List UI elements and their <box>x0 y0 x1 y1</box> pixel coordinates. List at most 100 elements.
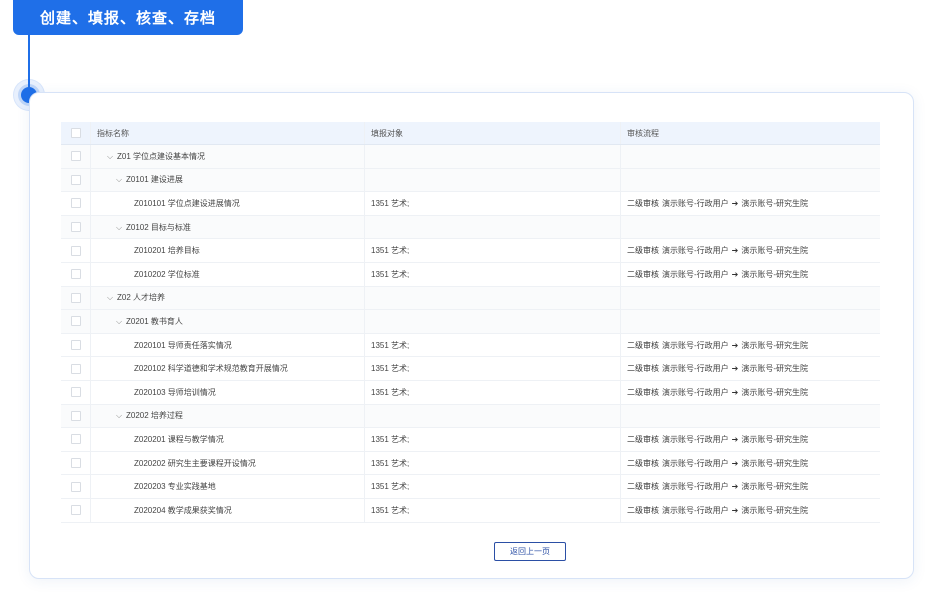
select-all-checkbox[interactable] <box>70 128 81 138</box>
review-flow-cell <box>621 310 880 333</box>
row-checkbox-cell[interactable] <box>61 333 91 357</box>
row-checkbox[interactable] <box>70 387 81 398</box>
review-flow-cell: 二级审核 演示账号-行政用户 ➔ 演示账号-研究生院 <box>621 334 880 357</box>
indicator-name-cell: Z020203 专业实践基地 <box>91 475 365 498</box>
arrow-right-icon: ➔ <box>731 340 739 350</box>
review-flow-cell: 二级审核 演示账号-行政用户 ➔ 演示账号-研究生院 <box>621 475 880 498</box>
row-checkbox[interactable] <box>70 222 81 233</box>
indicator-name-wrap: Z010101 学位点建设进展情况 <box>97 198 240 209</box>
table-row[interactable]: Z020202 研究生主要课程开设情况 1351 艺术; 二级审核 演示账号-行政用户… <box>61 451 880 476</box>
row-checkbox-cell[interactable] <box>61 168 91 192</box>
row-checkbox[interactable] <box>70 269 81 280</box>
row-checkbox-cell[interactable] <box>61 404 91 428</box>
row-checkbox-cell[interactable] <box>61 262 91 286</box>
chevron-down-icon[interactable]: ⌵ <box>107 152 116 162</box>
fill-object-cell <box>365 404 621 428</box>
review-level: 二级审核 <box>627 482 659 492</box>
indicator-name: Z020201 课程与教学情况 <box>134 434 224 444</box>
table-row[interactable]: Z020103 导师培训情况 1351 艺术; 二级审核 演示账号-行政用户 ➔ 演示账号… <box>61 380 880 405</box>
indicator-name-wrap: ⌵ Z0102 目标与标准 <box>97 222 191 233</box>
table-row[interactable]: Z010202 学位标准 1351 艺术; 二级审核 演示账号-行政用户 ➔ 演示账号-研… <box>61 262 880 287</box>
indicator-name-cell: ⌵ Z0101 建设进展 <box>91 168 365 192</box>
review-level: 二级审核 <box>627 387 659 397</box>
indicator-name: Z01 学位点建设基本情况 <box>117 151 206 161</box>
indicator-name-wrap: Z020204 教学成果获奖情况 <box>97 505 232 516</box>
review-from: 演示账号-行政用户 <box>662 198 729 208</box>
table-row[interactable]: Z020201 课程与教学情况 1351 艺术; 二级审核 演示账号-行政用户 ➔ 演示账… <box>61 428 880 452</box>
row-checkbox-cell[interactable] <box>61 428 91 451</box>
table-row[interactable]: Z010201 培养目标 1351 艺术; 二级审核 演示账号-行政用户 ➔ 演示账号-研… <box>61 239 880 263</box>
chevron-down-icon[interactable]: ⌵ <box>116 223 125 233</box>
row-checkbox-cell[interactable] <box>61 192 91 215</box>
review-to: 演示账号-研究生院 <box>741 364 809 374</box>
table-row[interactable]: ⌵ Z01 学位点建设基本情况 <box>61 145 880 169</box>
chevron-down-icon[interactable]: ⌵ <box>116 411 125 421</box>
chevron-down-icon[interactable]: ⌵ <box>116 317 125 327</box>
table-row[interactable]: ⌵ Z0201 教书育人 <box>61 310 880 334</box>
header-checkbox-cell[interactable] <box>61 122 91 144</box>
fill-object-cell: 1351 艺术; <box>365 333 621 357</box>
indicator-name-cell: Z010202 学位标准 <box>91 262 365 286</box>
review-flow-cell: 二级审核 演示账号-行政用户 ➔ 演示账号-研究生院 <box>621 239 880 262</box>
row-checkbox[interactable] <box>70 245 81 256</box>
row-checkbox[interactable] <box>70 458 81 469</box>
indicator-name: Z0201 教书育人 <box>126 316 183 326</box>
table-row[interactable]: ⌵ Z02 人才培养 <box>61 286 880 311</box>
review-from: 演示账号-行政用户 <box>662 458 729 468</box>
table-row[interactable]: Z020203 专业实践基地 1351 艺术; 二级审核 演示账号-行政用户 ➔ 演示账号… <box>61 475 880 499</box>
review-flow-cell <box>621 216 880 239</box>
table-row[interactable]: Z020102 科学道德和学术规范教育开展情况 1351 艺术; 二级审核 演示账号-… <box>61 357 880 381</box>
row-checkbox[interactable] <box>70 316 81 327</box>
row-checkbox[interactable] <box>70 434 81 445</box>
row-checkbox[interactable] <box>70 292 81 303</box>
review-to: 演示账号-研究生院 <box>741 269 809 279</box>
back-button[interactable]: 返回上一页 <box>494 542 566 561</box>
table-row[interactable]: Z020204 教学成果获奖情况 1351 艺术; 二级审核 演示账号-行政用户 ➔ 演示… <box>61 498 880 523</box>
arrow-right-icon: ➔ <box>731 269 739 279</box>
indicator-name: Z020102 科学道德和学术规范教育开展情况 <box>134 364 288 374</box>
row-checkbox-cell[interactable] <box>61 475 91 498</box>
row-checkbox-cell[interactable] <box>61 357 91 380</box>
row-checkbox-cell[interactable] <box>61 451 91 475</box>
row-checkbox-cell[interactable] <box>61 380 91 404</box>
arrow-right-icon: ➔ <box>731 458 739 468</box>
row-checkbox[interactable] <box>70 340 81 351</box>
row-checkbox[interactable] <box>70 363 81 374</box>
row-checkbox[interactable] <box>70 198 81 209</box>
review-level: 二级审核 <box>627 246 659 256</box>
indicator-name-wrap: ⌵ Z0101 建设进展 <box>97 174 183 185</box>
table-body: ⌵ Z01 学位点建设基本情况 ⌵ Z0101 建设进展 Z010101 学位点建设进展… <box>61 145 880 523</box>
row-checkbox-cell[interactable] <box>61 498 91 522</box>
row-checkbox[interactable] <box>70 505 81 516</box>
row-checkbox[interactable] <box>70 410 81 421</box>
indicator-name-cell: Z020202 研究生主要课程开设情况 <box>91 451 365 475</box>
table-row[interactable]: Z010101 学位点建设进展情况 1351 艺术; 二级审核 演示账号-行政用户 ➔ 演… <box>61 192 880 216</box>
indicator-name-wrap: Z020202 研究生主要课程开设情况 <box>97 458 256 469</box>
table-row[interactable]: Z020101 导师责任落实情况 1351 艺术; 二级审核 演示账号-行政用户 ➔ 演示… <box>61 333 880 358</box>
fill-object-cell: 1351 艺术; <box>365 380 621 404</box>
row-checkbox-cell[interactable] <box>61 310 91 333</box>
indicator-name: Z0102 目标与标准 <box>126 222 191 232</box>
row-checkbox-cell[interactable] <box>61 239 91 262</box>
row-checkbox[interactable] <box>70 481 81 492</box>
table-row[interactable]: ⌵ Z0102 目标与标准 <box>61 215 880 240</box>
fill-object-cell: 1351 艺术; <box>365 192 621 215</box>
header-fill-object: 填报对象 <box>365 122 621 144</box>
review-to: 演示账号-研究生院 <box>741 198 809 208</box>
review-flow-cell: 二级审核 演示账号-行政用户 ➔ 演示账号-研究生院 <box>621 499 880 522</box>
step-title-tag: 创建、填报、核查、存档 <box>13 0 243 35</box>
table-row[interactable]: ⌵ Z0101 建设进展 <box>61 168 880 193</box>
row-checkbox-cell[interactable] <box>61 286 91 310</box>
indicator-name-wrap: Z020102 科学道德和学术规范教育开展情况 <box>97 363 288 374</box>
row-checkbox[interactable] <box>70 151 81 162</box>
review-to: 演示账号-研究生院 <box>741 458 809 468</box>
review-level: 二级审核 <box>627 364 659 374</box>
row-checkbox-cell[interactable] <box>61 215 91 239</box>
chevron-down-icon[interactable]: ⌵ <box>116 175 125 185</box>
row-checkbox[interactable] <box>70 174 81 185</box>
chevron-down-icon[interactable]: ⌵ <box>107 293 116 303</box>
fill-object-cell <box>365 286 621 310</box>
table-row[interactable]: ⌵ Z0202 培养过程 <box>61 404 880 429</box>
indicator-name-cell: Z020204 教学成果获奖情况 <box>91 498 365 522</box>
row-checkbox-cell[interactable] <box>61 145 91 168</box>
